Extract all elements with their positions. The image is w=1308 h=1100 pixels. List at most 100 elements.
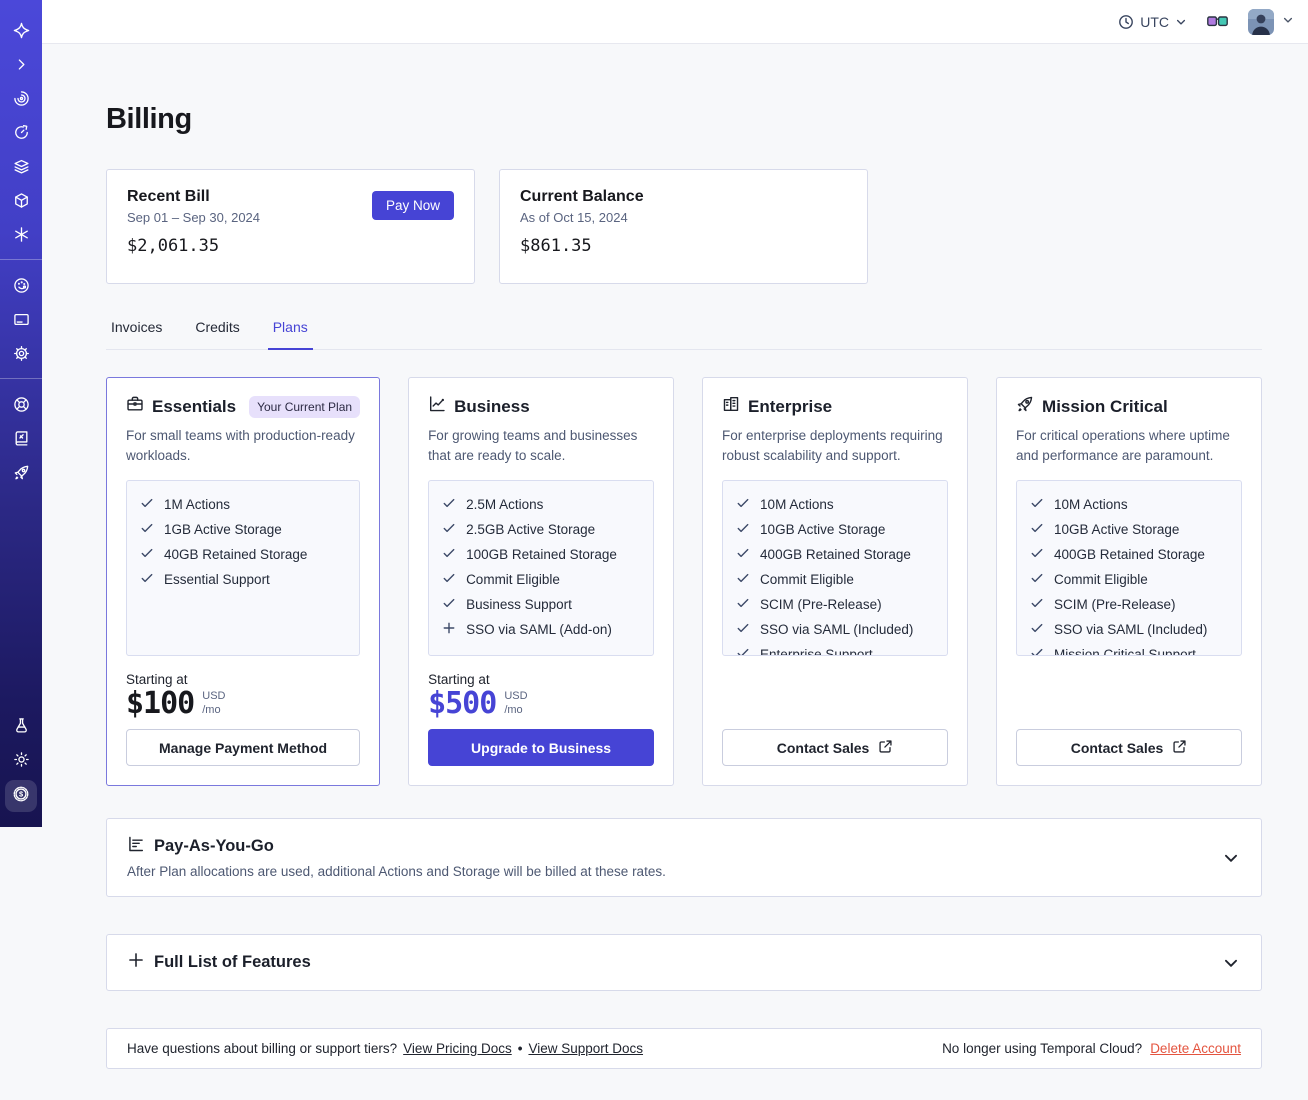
tab-credits[interactable]: Credits [190, 319, 244, 350]
rocket-icon [13, 464, 30, 481]
labs-glasses-icon[interactable] [1207, 15, 1228, 29]
expand-chevron-icon[interactable] [1222, 954, 1240, 972]
enterprise-action-button[interactable]: Contact Sales [722, 729, 949, 766]
price-currency: USD [202, 690, 226, 702]
user-menu[interactable] [1248, 8, 1294, 35]
plan-card-business: Business For growing teams and businesses… [408, 377, 675, 786]
nexus-icon [13, 226, 30, 243]
check-icon [1030, 546, 1044, 563]
plan-description: For critical operations where uptime and… [1016, 428, 1230, 463]
settings-icon [13, 345, 30, 362]
plan-feature: 1GB Active Storage [140, 521, 346, 538]
plan-feature-text: 2.5M Actions [466, 497, 544, 512]
sidebar-item-docs[interactable] [0, 421, 42, 455]
sidebar-item-billing-card[interactable] [0, 302, 42, 336]
check-icon [1030, 646, 1044, 655]
plan-feature-text: SSO via SAML (Add-on) [466, 622, 612, 637]
plan-feature-text: 1GB Active Storage [164, 522, 282, 537]
topbar: UTC [42, 0, 1308, 44]
timezone-selector[interactable]: UTC [1118, 14, 1187, 30]
plan-button-label: Contact Sales [776, 739, 870, 756]
plan-feature: Commit Eligible [1030, 571, 1228, 588]
plan-name: Essentials [152, 396, 237, 416]
mission-critical-action-button[interactable]: Contact Sales [1016, 729, 1243, 766]
plan-feature-box: 10M Actions 10GB Active Storage 400GB Reta… [722, 480, 949, 656]
plan-feature: 10M Actions [736, 496, 934, 513]
current-plan-badge: Your Current Plan [249, 395, 361, 418]
plan-button-label: Upgrade to Business [471, 739, 612, 756]
paygo-description: After Plan allocations are used, additio… [127, 864, 666, 879]
plan-feature: 10GB Active Storage [736, 521, 934, 538]
plan-feature: Business Support [442, 596, 640, 613]
full-feature-list-section[interactable]: Full List of Features [106, 934, 1262, 991]
business-action-button[interactable]: Upgrade to Business [428, 729, 655, 766]
dot-separator: • [517, 1041, 523, 1056]
plan-feature: SSO via SAML (Add-on) [442, 621, 640, 638]
sidebar-item-schedules[interactable] [0, 115, 42, 149]
check-icon [736, 596, 750, 613]
sidebar-item-theme[interactable] [0, 742, 42, 776]
expand-chevron-icon[interactable] [1222, 849, 1240, 867]
essentials-action-button[interactable]: Manage Payment Method [126, 729, 361, 766]
summary-card-subtitle: As of Oct 15, 2024 [520, 210, 628, 225]
tab-plans[interactable]: Plans [267, 319, 313, 350]
sidebar-item-deployments[interactable] [0, 183, 42, 217]
check-icon [442, 496, 456, 513]
page-title: Billing [106, 103, 192, 135]
plan-feature: Commit Eligible [442, 571, 640, 588]
sidebar-item-support[interactable] [0, 387, 42, 421]
pay-as-you-go-section[interactable]: Pay-As-You-Go After Plan allocations are… [106, 818, 1262, 897]
plan-price: Starting at $500 USD/mo [428, 672, 654, 720]
delete-account-link[interactable]: Delete Account [1150, 1041, 1241, 1056]
plan-feature-text: 40GB Retained Storage [164, 547, 308, 562]
view-pricing-docs-link[interactable]: View Pricing Docs [403, 1041, 512, 1056]
check-icon [736, 621, 750, 638]
plan-card-enterprise: Enterprise For enterprise deployments req… [702, 377, 969, 786]
plan-button-label: Manage Payment Method [159, 739, 328, 756]
temporal-logo-icon [13, 22, 30, 39]
plan-feature-text: SCIM (Pre-Release) [1054, 597, 1176, 612]
plan-feature-text: 10M Actions [760, 497, 834, 512]
sidebar-item-settings[interactable] [0, 336, 42, 370]
plan-feature: 400GB Retained Storage [1030, 546, 1228, 563]
check-icon [442, 596, 456, 613]
chevron-down-icon [1282, 13, 1294, 31]
sidebar-item-rocket[interactable] [0, 455, 42, 489]
flask-icon [13, 717, 30, 734]
sidebar-item-temporal-logo[interactable] [0, 13, 42, 47]
pay-now-button[interactable]: Pay Now [371, 191, 454, 220]
summary-card-amount: $2,061.35 [127, 236, 220, 256]
plan-feature-text: 10GB Active Storage [760, 522, 886, 537]
sidebar-item-chevron-right[interactable] [0, 47, 42, 81]
tab-invoices[interactable]: Invoices [106, 319, 167, 350]
check-icon [1030, 596, 1044, 613]
sidebar-item-flask[interactable] [0, 708, 42, 742]
check-icon [736, 496, 750, 513]
namespaces-icon [13, 90, 30, 107]
plan-feature: 400GB Retained Storage [736, 546, 934, 563]
plan-feature: 10M Actions [1030, 496, 1228, 513]
footer-question: Have questions about billing or support … [127, 1041, 398, 1056]
svg-text:$: $ [19, 789, 24, 798]
summary-card-title: Current Balance [520, 188, 644, 205]
plan-feature-text: Commit Eligible [1054, 572, 1148, 587]
check-icon [140, 571, 154, 588]
building-icon [722, 395, 740, 418]
billing-footer: Have questions about billing or support … [106, 1028, 1262, 1069]
dollar-coin-icon: $ [12, 785, 30, 808]
sidebar-item-stack[interactable] [0, 149, 42, 183]
sidebar-item-nexus[interactable] [0, 217, 42, 251]
plan-feature-text: 400GB Retained Storage [760, 547, 911, 562]
check-icon [736, 646, 750, 655]
sidebar-item-billing-active[interactable]: $ [5, 780, 37, 812]
chart-line-icon [428, 395, 446, 418]
view-support-docs-link[interactable]: View Support Docs [528, 1041, 643, 1056]
plan-price: Starting at $100 USD/mo [126, 672, 360, 720]
sidebar-item-namespaces[interactable] [0, 81, 42, 115]
billing-page: Billing Recent Bill Sep 01 – Sep 30, 2024… [42, 44, 1308, 1069]
plan-feature-text: 10M Actions [1054, 497, 1128, 512]
paygo-title: Pay-As-You-Go [154, 837, 274, 855]
avatar [1248, 8, 1274, 35]
plan-description: For growing teams and businesses that ar… [428, 428, 638, 463]
sidebar-item-usage[interactable] [0, 268, 42, 302]
